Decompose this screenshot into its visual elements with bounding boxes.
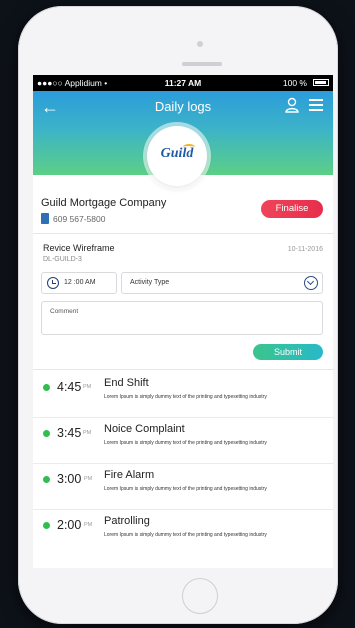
status-bar: ●●●○○ Applidium • 11:27 AM 100 % [33,75,333,91]
battery-percent: 100 % [282,78,307,88]
divider [33,369,333,370]
status-dot [43,430,50,437]
status-dot [43,384,50,391]
company-phone[interactable]: 609 567-5800 [53,214,105,224]
list-item[interactable]: 3:45 PM Noice Complaint Lorem Ipsum is s… [33,418,333,464]
log-ampm: PM [84,476,93,482]
log-item-title: Fire Alarm [104,469,155,481]
comment-placeholder: Comment [50,308,79,315]
clock-icon [47,277,59,289]
log-item-description: Lorem Ipsum is simply dummy text of the … [104,486,267,492]
submit-button[interactable]: Submit [253,344,323,360]
finalise-button[interactable]: Finalise [261,200,323,218]
home-button[interactable] [182,578,218,614]
log-item-title: Noice Complaint [104,423,185,435]
log-time: 2:00 [57,518,82,532]
camera [197,41,203,47]
divider [33,233,333,234]
time-picker[interactable]: 12 :00 AM [41,272,117,294]
log-code: DL-GUILD-3 [43,256,82,263]
logo-swoosh [183,144,195,150]
menu-icon[interactable] [309,99,323,111]
list-item[interactable]: 3:00 PM Fire Alarm Lorem Ipsum is simply… [33,464,333,510]
log-item-description: Lorem Ipsum is simply dummy text of the … [104,440,267,446]
app-screen: ●●●○○ Applidium • 11:27 AM 100 % ← Daily… [33,75,333,568]
company-logo: Guild [147,126,207,186]
comment-input[interactable]: Comment [41,301,323,335]
activity-type-placeholder: Activity Type [130,279,170,286]
log-time: 3:00 [57,472,82,486]
battery-icon [313,79,329,86]
log-title: Revice Wireframe [43,243,115,253]
list-item[interactable]: 4:45 PM End Shift Lorem Ipsum is simply … [33,372,333,418]
list-item[interactable]: 2:00 PM Patrolling Lorem Ipsum is simply… [33,510,333,556]
chevron-down-icon [304,276,318,290]
time-value: 12 :00 AM [64,279,96,286]
status-dot [43,522,50,529]
user-icon[interactable] [285,97,299,113]
log-ampm: PM [83,430,92,436]
log-item-description: Lorem Ipsum is simply dummy text of the … [104,394,267,400]
log-item-title: End Shift [104,377,149,389]
company-name: Guild Mortgage Company [41,197,167,209]
phone-icon [41,213,49,224]
log-time: 4:45 [57,380,82,394]
log-ampm: PM [84,522,93,528]
log-date: 10-11-2016 [287,246,323,253]
log-time: 3:45 [57,426,82,440]
speaker-grille [182,62,222,66]
logo-text: Guild [160,146,194,161]
status-dot [43,476,50,483]
log-item-description: Lorem Ipsum is simply dummy text of the … [104,532,267,538]
log-ampm: PM [83,384,92,390]
activity-type-select[interactable]: Activity Type [121,272,323,294]
log-item-title: Patrolling [104,515,150,527]
